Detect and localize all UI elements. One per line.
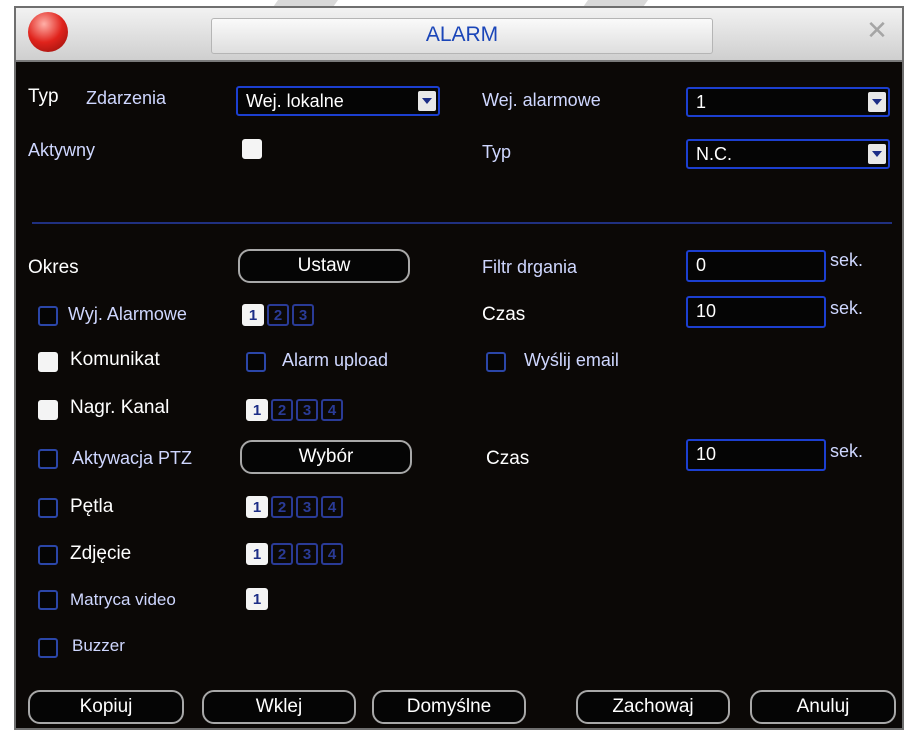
czas2-label: Czas (486, 448, 530, 469)
komunikat-checkbox[interactable] (38, 352, 58, 372)
nagr-channel-3[interactable]: 3 (296, 399, 318, 421)
petla-checkbox[interactable] (38, 498, 58, 518)
alarm-upload-checkbox[interactable] (246, 352, 266, 372)
chevron-down-icon (418, 91, 436, 111)
aktywny-checkbox[interactable] (242, 139, 262, 159)
filter-value: 0 (696, 255, 707, 275)
filter-label: Filtr drgania (482, 257, 578, 277)
czas1-value: 10 (696, 301, 717, 321)
filter-input[interactable]: 0 (686, 250, 826, 282)
chevron-down-icon (868, 92, 886, 112)
wyj-channel-2[interactable]: 2 (267, 304, 289, 326)
ptz-label: Aktywacja PTZ (72, 448, 193, 468)
wyj-channel-1[interactable]: 1 (242, 304, 264, 326)
nagr-checkbox[interactable] (38, 400, 58, 420)
divider (32, 222, 892, 224)
email-checkbox[interactable] (486, 352, 506, 372)
czas1-label: Czas (482, 304, 526, 325)
aktywny-label: Aktywny (28, 140, 96, 160)
wyj-channel-3[interactable]: 3 (292, 304, 314, 326)
buzzer-checkbox[interactable] (38, 638, 58, 658)
czas2-unit: sek. (830, 441, 864, 461)
alarm-upload-label: Alarm upload (282, 350, 389, 370)
alarm-input-label: Wej. alarmowe (482, 90, 601, 110)
petla-label: Pętla (70, 496, 114, 517)
contact-type-select[interactable]: N.C. (686, 139, 890, 169)
czas2-input[interactable]: 10 (686, 439, 826, 471)
title-bar: ALARM ✕ (16, 8, 902, 62)
czas1-input[interactable]: 10 (686, 296, 826, 328)
ustaw-button[interactable]: Ustaw (238, 249, 410, 283)
wybor-button[interactable]: Wybór (240, 440, 412, 474)
buzzer-label: Buzzer (72, 636, 125, 655)
zdjecie-channel-4[interactable]: 4 (321, 543, 343, 565)
czas2-value: 10 (696, 444, 717, 464)
filter-unit: sek. (830, 250, 864, 270)
title-tab: ALARM (211, 18, 713, 54)
ptz-checkbox[interactable] (38, 449, 58, 469)
matryca-label: Matryca video (70, 590, 176, 609)
petla-channel-3[interactable]: 3 (296, 496, 318, 518)
domyslne-button[interactable]: Domyślne (372, 690, 526, 724)
nagr-channel-2[interactable]: 2 (271, 399, 293, 421)
matryca-channel-1[interactable]: 1 (246, 588, 268, 610)
zdjecie-checkbox[interactable] (38, 545, 58, 565)
contact-type-value: N.C. (696, 144, 732, 164)
chevron-down-icon (868, 144, 886, 164)
zdjecie-channel-3[interactable]: 3 (296, 543, 318, 565)
alarm-dialog: ALARM ✕ Typ Zdarzenia Wej. lokalne Aktyw… (14, 6, 904, 730)
logo-icon (28, 12, 68, 52)
typ-label: Typ (28, 86, 59, 107)
zachowaj-button[interactable]: Zachowaj (576, 690, 730, 724)
nagr-label: Nagr. Kanal (70, 397, 170, 418)
zdarzenia-label: Zdarzenia (86, 88, 167, 108)
petla-channel-1[interactable]: 1 (246, 496, 268, 518)
zdjecie-channel-2[interactable]: 2 (271, 543, 293, 565)
event-type-value: Wej. lokalne (246, 91, 344, 111)
czas1-unit: sek. (830, 298, 864, 318)
petla-channel-2[interactable]: 2 (271, 496, 293, 518)
dialog-title: ALARM (425, 23, 499, 46)
typ2-label: Typ (482, 142, 512, 162)
zdjecie-label: Zdjęcie (70, 543, 132, 564)
matryca-checkbox[interactable] (38, 590, 58, 610)
close-icon[interactable]: ✕ (862, 16, 892, 46)
komunikat-label: Komunikat (70, 349, 160, 370)
event-type-select[interactable]: Wej. lokalne (236, 86, 440, 116)
petla-channel-4[interactable]: 4 (321, 496, 343, 518)
anuluj-button[interactable]: Anuluj (750, 690, 896, 724)
alarm-input-select[interactable]: 1 (686, 87, 890, 117)
wklej-button[interactable]: Wklej (202, 690, 356, 724)
wyj-alarmowe-label: Wyj. Alarmowe (68, 304, 187, 324)
nagr-channel-4[interactable]: 4 (321, 399, 343, 421)
alarm-input-value: 1 (696, 92, 707, 112)
email-label: Wyślij email (524, 350, 619, 370)
okres-label: Okres (28, 257, 79, 278)
zdjecie-channel-1[interactable]: 1 (246, 543, 268, 565)
kopiuj-button[interactable]: Kopiuj (28, 690, 184, 724)
nagr-channel-1[interactable]: 1 (246, 399, 268, 421)
wyj-alarmowe-checkbox[interactable] (38, 306, 58, 326)
